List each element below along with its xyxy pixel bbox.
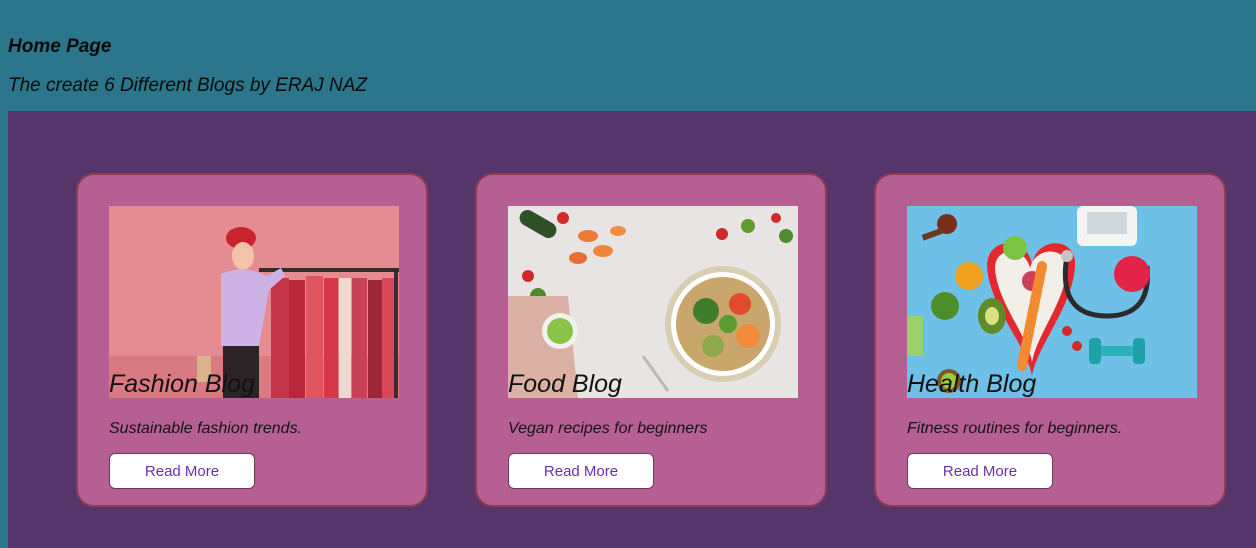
blog-section: Fashion Blog Sustainable fashion trends.… xyxy=(8,111,1256,548)
card-description: Sustainable fashion trends. xyxy=(109,420,303,437)
card-title: Health Blog xyxy=(907,370,1037,398)
blog-card-fashion: Fashion Blog Sustainable fashion trends.… xyxy=(76,173,428,507)
read-more-button[interactable]: Read More xyxy=(907,453,1053,489)
card-title: Food Blog xyxy=(508,370,622,398)
blog-card-food: Food Blog Vegan recipes for beginners Re… xyxy=(475,173,827,507)
card-description: Vegan recipes for beginners xyxy=(508,420,708,437)
blog-card-health: Health Blog Fitness routines for beginne… xyxy=(874,173,1226,507)
page-title: Home Page xyxy=(8,36,112,57)
read-more-button[interactable]: Read More xyxy=(508,453,654,489)
card-title: Fashion Blog xyxy=(109,370,255,398)
page-subtitle: The create 6 Different Blogs by ERAJ NAZ xyxy=(8,75,368,96)
card-description: Fitness routines for beginners. xyxy=(907,420,1123,437)
read-more-button[interactable]: Read More xyxy=(109,453,255,489)
page-header: Home Page The create 6 Different Blogs b… xyxy=(0,0,1256,111)
